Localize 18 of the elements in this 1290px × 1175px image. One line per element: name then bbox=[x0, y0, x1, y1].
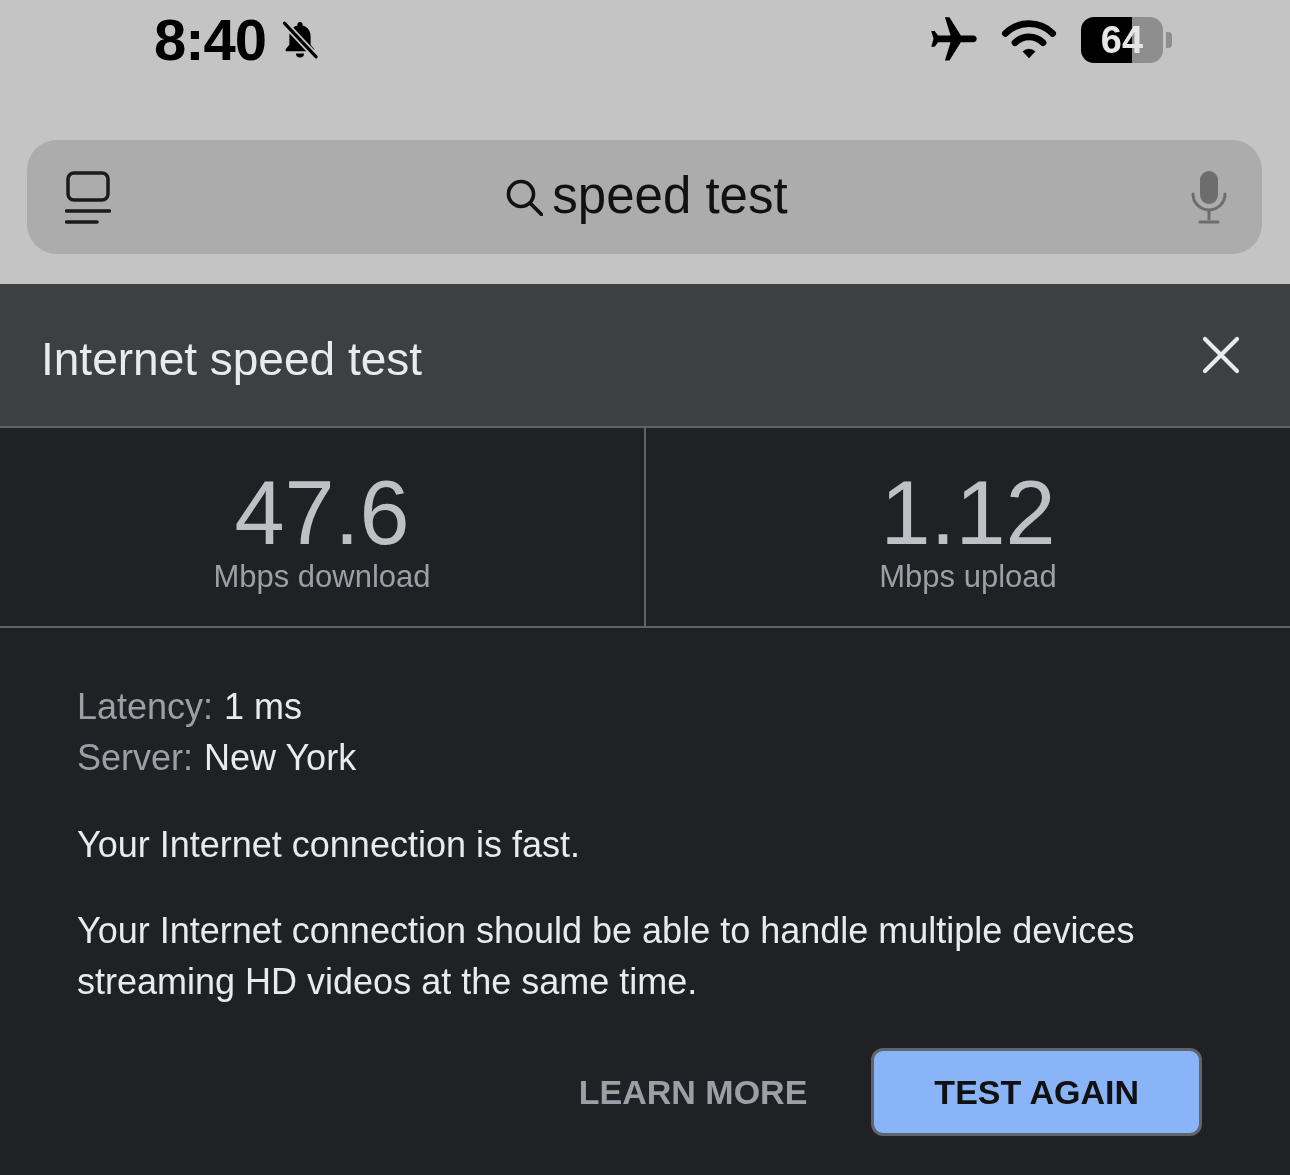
speed-value: 47.6 bbox=[234, 468, 410, 558]
wifi-icon bbox=[1001, 19, 1057, 61]
verdict-text: Your Internet connection is fast. bbox=[77, 823, 581, 867]
search-icon bbox=[505, 178, 544, 216]
speed-unit: Mbps upload bbox=[879, 558, 1057, 595]
status-time: 8:40 bbox=[154, 11, 267, 69]
description-text: Your Internet connection should be able to handle multiple devices streaming HD videos at the same time. bbox=[77, 909, 1136, 1004]
detail-value: 1 ms bbox=[224, 685, 303, 729]
text-button[interactable]: LEARN MORE bbox=[566, 1048, 820, 1136]
detail-label: Latency: bbox=[77, 685, 214, 729]
search-field[interactable]: speed test bbox=[27, 140, 1262, 254]
detail-label: Server: bbox=[77, 736, 194, 780]
tabs-icon[interactable] bbox=[65, 170, 111, 224]
close-icon[interactable] bbox=[1202, 336, 1240, 374]
speed-unit: Mbps download bbox=[213, 558, 431, 595]
speed-value: 1.12 bbox=[880, 468, 1056, 558]
detail-value: New York bbox=[204, 736, 357, 780]
primary-button[interactable]: TEST AGAIN bbox=[871, 1048, 1202, 1136]
